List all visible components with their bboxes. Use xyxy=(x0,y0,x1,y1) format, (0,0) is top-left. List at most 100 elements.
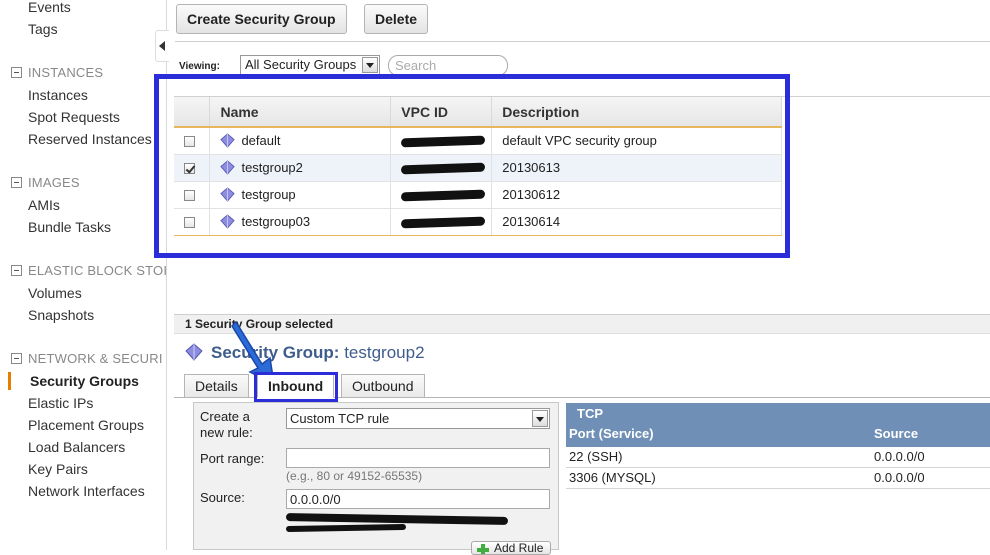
source-label: Source: xyxy=(200,490,245,505)
nav-item-network-interfaces[interactable]: Network Interfaces xyxy=(28,483,145,499)
redacted-mark xyxy=(401,135,486,148)
table-row[interactable]: testgroup03 20130614 xyxy=(174,208,782,236)
left-navigation: Events Tags INSTANCES Instances Spot Req… xyxy=(0,0,167,550)
group-name: testgroup xyxy=(241,187,296,202)
collapse-icon[interactable] xyxy=(11,67,22,78)
nav-item-elastic-ips[interactable]: Elastic IPs xyxy=(28,395,93,411)
nav-item-spot-requests[interactable]: Spot Requests xyxy=(28,109,120,125)
delete-button[interactable]: Delete xyxy=(364,4,429,34)
plus-icon xyxy=(477,544,489,554)
name-cell: default xyxy=(209,127,392,155)
row-select-cell xyxy=(174,127,211,155)
nav-item-security-groups[interactable]: Security Groups xyxy=(30,373,139,389)
row-checkbox[interactable] xyxy=(184,163,195,175)
detail-title: Security Group: testgroup2 xyxy=(185,343,425,363)
view-filter-select[interactable]: All Security Groups xyxy=(240,55,380,75)
collapse-icon[interactable] xyxy=(11,265,22,276)
table-row[interactable]: testgroup 20130612 xyxy=(174,181,782,209)
column-header-port: Port (Service) xyxy=(569,426,654,441)
nav-item-bundle-tasks[interactable]: Bundle Tasks xyxy=(28,219,111,235)
redacted-mark xyxy=(401,216,486,229)
nav-section-title: NETWORK & SECURI xyxy=(28,351,163,366)
create-rule-label-line2: new rule: xyxy=(200,425,253,440)
row-checkbox[interactable] xyxy=(184,136,195,148)
nav-item-key-pairs[interactable]: Key Pairs xyxy=(28,461,88,477)
name-cell: testgroup2 xyxy=(209,154,392,182)
redacted-mark xyxy=(285,523,407,533)
collapse-icon[interactable] xyxy=(11,177,22,188)
rule-source: 0.0.0.0/0 xyxy=(874,470,925,485)
row-select-cell xyxy=(174,181,211,209)
group-name: default xyxy=(241,133,281,149)
nav-section-title: IMAGES xyxy=(28,175,80,190)
add-rule-label: Add Rule xyxy=(494,541,544,555)
vpc-id-cell xyxy=(390,181,493,209)
nav-section-instances[interactable]: INSTANCES xyxy=(11,65,103,80)
table-row: 3306 (MYSQL) 0.0.0.0/0 xyxy=(566,468,990,489)
security-group-icon xyxy=(220,187,236,202)
column-header-description[interactable]: Description xyxy=(491,97,782,128)
tab-outbound[interactable]: Outbound xyxy=(341,374,425,398)
nav-item-amis[interactable]: AMIs xyxy=(28,197,60,213)
inbound-rule-form: Create a new rule: Custom TCP rule Port … xyxy=(193,402,559,555)
redacted-mark xyxy=(401,162,486,175)
nav-section-images[interactable]: IMAGES xyxy=(11,175,80,190)
table-row[interactable]: testgroup2 20130613 xyxy=(174,154,782,182)
port-range-label: Port range: xyxy=(200,451,265,466)
security-group-icon xyxy=(220,160,236,175)
rule-port: 3306 (MYSQL) xyxy=(569,470,656,485)
toolbar-divider xyxy=(175,41,990,42)
port-range-hint: (e.g., 80 or 49152-65535) xyxy=(286,469,423,483)
nav-item-instances[interactable]: Instances xyxy=(28,87,88,103)
vpc-id-cell xyxy=(390,154,493,182)
row-checkbox[interactable] xyxy=(184,217,195,229)
rule-type-select[interactable]: Custom TCP rule xyxy=(286,408,550,429)
nav-section-title: ELASTIC BLOCK STOI xyxy=(28,263,167,278)
detail-title-prefix: Security Group: xyxy=(211,343,340,362)
name-cell: testgroup xyxy=(209,181,392,209)
selection-status: 1 Security Group selected xyxy=(174,314,990,334)
inbound-rules-table: TCP Port (Service) Source 22 (SSH) 0.0.0… xyxy=(566,403,990,489)
column-header-vpc-id[interactable]: VPC ID xyxy=(390,97,493,128)
search-input[interactable] xyxy=(388,55,508,76)
vpc-id-cell xyxy=(390,127,493,155)
group-name: testgroup2 xyxy=(241,160,303,175)
vpc-id-cell xyxy=(390,208,493,236)
port-range-input[interactable] xyxy=(286,448,550,468)
detail-title-name: testgroup2 xyxy=(344,343,425,362)
rule-type-value: Custom TCP rule xyxy=(290,411,390,426)
nav-section-elastic-block-store[interactable]: ELASTIC BLOCK STOI xyxy=(11,263,167,278)
dropdown-arrow-icon[interactable] xyxy=(532,410,548,427)
security-group-icon xyxy=(185,343,203,361)
nav-item-placement-groups[interactable]: Placement Groups xyxy=(28,417,144,433)
rules-table-header: TCP Port (Service) Source xyxy=(566,403,990,447)
nav-item-load-balancers[interactable]: Load Balancers xyxy=(28,439,125,455)
row-checkbox[interactable] xyxy=(184,190,195,202)
nav-item-events[interactable]: Events xyxy=(28,0,71,15)
collapse-sidebar-icon[interactable] xyxy=(155,30,169,62)
source-input[interactable] xyxy=(286,489,550,509)
protocol-label: TCP xyxy=(577,406,603,421)
create-rule-label: Create a new rule: xyxy=(200,409,253,441)
create-security-group-button[interactable]: Create Security Group xyxy=(176,4,347,34)
nav-item-tags[interactable]: Tags xyxy=(28,21,58,37)
table-row[interactable]: default default VPC security group xyxy=(174,127,782,155)
description-cell: default VPC security group xyxy=(491,127,782,155)
column-header-name[interactable]: Name xyxy=(209,97,392,128)
nav-item-reserved-instances[interactable]: Reserved Instances xyxy=(28,131,152,147)
description-cell: 20130612 xyxy=(491,181,782,209)
table-row: 22 (SSH) 0.0.0.0/0 xyxy=(566,447,990,468)
tab-inbound[interactable]: Inbound xyxy=(257,374,335,398)
nav-section-network-security[interactable]: NETWORK & SECURI xyxy=(11,351,163,366)
collapse-icon[interactable] xyxy=(11,353,22,364)
viewing-label: Viewing: xyxy=(179,61,220,72)
view-filter-value: All Security Groups xyxy=(245,57,357,72)
nav-item-volumes[interactable]: Volumes xyxy=(28,285,82,301)
column-header-source: Source xyxy=(874,426,919,441)
add-rule-button[interactable]: Add Rule xyxy=(471,541,551,555)
name-cell: testgroup03 xyxy=(209,208,392,236)
tab-details[interactable]: Details xyxy=(184,374,249,398)
dropdown-arrow-icon[interactable] xyxy=(362,57,378,73)
description-cell: 20130614 xyxy=(491,208,782,236)
nav-item-snapshots[interactable]: Snapshots xyxy=(28,307,94,323)
